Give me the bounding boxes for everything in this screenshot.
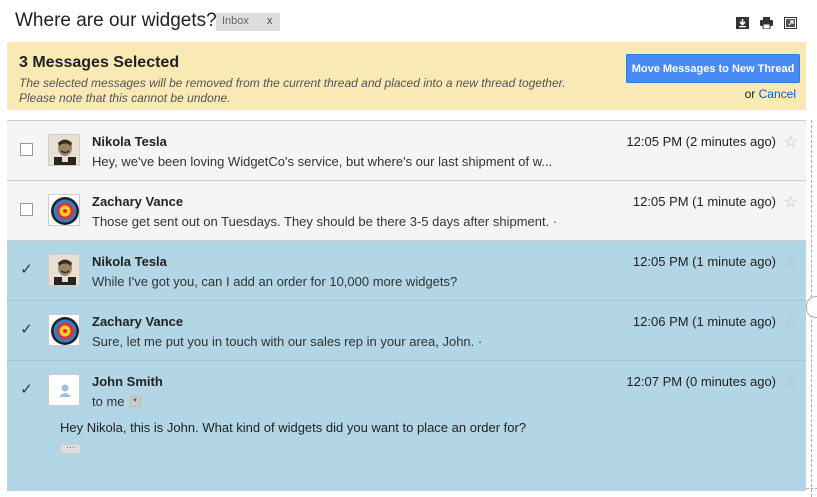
sender-name: Nikola Tesla bbox=[92, 254, 167, 269]
print-icon[interactable] bbox=[760, 16, 773, 30]
message-row[interactable]: Zachary Vance Those get sent out on Tues… bbox=[7, 181, 806, 241]
thread-header: Where are our widgets? Inbox x bbox=[0, 0, 817, 42]
new-window-icon[interactable] bbox=[784, 16, 797, 29]
star-icon[interactable]: ☆ bbox=[784, 372, 798, 392]
message-time: 12:06 PM (1 minute ago) bbox=[632, 314, 776, 329]
message-checkbox-checked[interactable]: ✓ bbox=[20, 382, 33, 397]
message-list: Nikola Tesla Hey, we've been loving Widg… bbox=[7, 120, 806, 491]
sender-name: John Smith bbox=[92, 374, 163, 389]
message-snippet: While I've got you, can I add an order f… bbox=[92, 274, 458, 289]
message-snippet: Hey, we've been loving WidgetCo's servic… bbox=[92, 154, 553, 169]
star-icon[interactable]: ☆ bbox=[784, 252, 798, 272]
message-checkbox-checked[interactable]: ✓ bbox=[20, 322, 33, 337]
star-icon[interactable]: ☆ bbox=[784, 132, 798, 152]
download-icon[interactable] bbox=[736, 16, 749, 29]
avatar bbox=[48, 194, 80, 226]
banner-description-line: Please note that this cannot be undone. bbox=[19, 91, 231, 105]
message-checkbox[interactable] bbox=[20, 203, 33, 216]
banner-description-line: The selected messages will be removed fr… bbox=[19, 76, 566, 90]
avatar bbox=[48, 314, 80, 346]
avatar bbox=[48, 134, 80, 166]
message-time: 12:05 PM (1 minute ago) bbox=[632, 254, 776, 269]
move-messages-button[interactable]: Move Messages to New Thread bbox=[626, 54, 800, 83]
message-row[interactable]: ✓ Zachary Vance Sure, let me put you in … bbox=[7, 301, 806, 361]
banner-title: 3 Messages Selected bbox=[19, 54, 180, 71]
message-time: 12:05 PM (2 minutes ago) bbox=[626, 134, 776, 149]
message-snippet: Those get sent out on Tuesdays. They sho… bbox=[92, 214, 558, 229]
cancel-row: or Cancel bbox=[745, 87, 796, 101]
avatar bbox=[48, 374, 80, 406]
chevron-down-icon[interactable]: ▼ bbox=[129, 396, 141, 407]
message-row[interactable]: Nikola Tesla Hey, we've been loving Widg… bbox=[7, 121, 806, 181]
message-checkbox[interactable] bbox=[20, 143, 33, 156]
thread-subject: Where are our widgets? bbox=[15, 10, 217, 31]
recipient-text: to me bbox=[92, 394, 125, 409]
message-checkbox-checked[interactable]: ✓ bbox=[20, 262, 33, 277]
message-body: Hey Nikola, this is John. What kind of w… bbox=[60, 420, 527, 435]
banner-description: The selected messages will be removed fr… bbox=[19, 76, 599, 106]
sender-name: Zachary Vance bbox=[92, 194, 184, 209]
cancel-link[interactable]: Cancel bbox=[759, 87, 796, 101]
sender-name: Zachary Vance bbox=[92, 314, 184, 329]
remove-label-button[interactable]: x bbox=[267, 15, 273, 31]
message-row[interactable]: ✓ Nikola Tesla While I've got you, can I… bbox=[7, 241, 806, 301]
drag-handle[interactable] bbox=[806, 296, 817, 318]
show-trimmed-content-button[interactable]: ··· bbox=[60, 443, 81, 454]
label-text: Inbox bbox=[222, 15, 249, 27]
message-time: 12:05 PM (1 minute ago) bbox=[632, 194, 776, 209]
inbox-label-chip[interactable]: Inbox x bbox=[216, 13, 281, 31]
message-snippet: Sure, let me put you in touch with our s… bbox=[92, 334, 483, 349]
recipient-line: to me ▼ bbox=[92, 394, 141, 409]
star-icon[interactable]: ☆ bbox=[784, 192, 798, 212]
message-time: 12:07 PM (0 minutes ago) bbox=[626, 374, 776, 389]
message-expanded[interactable]: ✓ John Smith to me ▼ Hey Nikola, this is… bbox=[7, 361, 806, 491]
or-text: or bbox=[744, 87, 756, 101]
selection-banner: 3 Messages Selected The selected message… bbox=[7, 42, 806, 110]
avatar bbox=[48, 254, 80, 286]
edge-divider-end bbox=[806, 488, 817, 489]
header-actions bbox=[736, 16, 797, 30]
star-icon[interactable]: ☆ bbox=[784, 312, 798, 332]
sender-name: Nikola Tesla bbox=[92, 134, 167, 149]
